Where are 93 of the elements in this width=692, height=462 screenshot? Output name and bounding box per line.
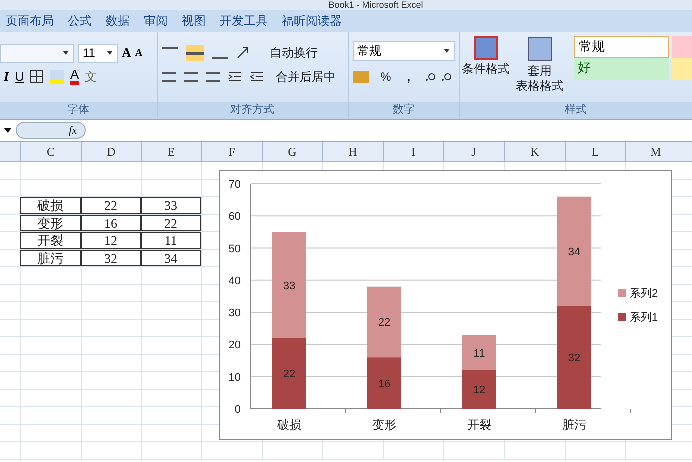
group-label: 数字 [392,102,415,118]
comma-button[interactable]: , [403,67,415,87]
align-text-icon[interactable] [184,72,198,82]
menu-tab[interactable]: 福昕阅读器 [282,12,342,30]
fill-color-icon[interactable] [50,70,64,84]
data-label: 32 [568,352,581,365]
group-label: 对齐方式 [230,102,275,118]
column-header[interactable]: M [625,142,686,161]
column-header[interactable]: J [443,142,504,161]
axis-tick-label: 30 [228,308,241,320]
column-header[interactable]: D [81,142,141,161]
table-cell: 破损 [20,197,81,214]
number-format-field[interactable]: 常规 [352,41,455,61]
style-swatch[interactable] [672,58,692,80]
category-label: 开裂 [468,418,492,432]
font-name-field[interactable] [0,44,74,62]
shrink-font-button[interactable]: A [135,46,143,60]
merge-center-button[interactable]: 合并后居中 [272,67,340,87]
axis-tick-label: 10 [228,372,241,384]
style-swatch[interactable]: 好 [574,58,669,80]
menu-tab[interactable]: 公式 [68,12,92,30]
indent-icon[interactable] [228,70,242,84]
caret-icon [63,51,69,55]
align-text-icon[interactable] [162,72,176,82]
wrap-text-button[interactable]: 自动换行 [266,43,322,63]
menu-tab[interactable]: 审阅 [144,12,168,30]
axis-tick-label: 40 [228,275,241,288]
axis-tick-label: 60 [228,211,241,224]
data-label: 12 [473,384,486,397]
table-cell: 开裂 [20,232,81,248]
column-header[interactable]: I [383,142,443,161]
table-cell: 33 [141,197,201,214]
align-text-icon[interactable] [206,72,220,82]
window-title: Book1 - Microsoft Excel [328,0,424,10]
table-cell: 34 [141,250,201,266]
group-label: 字体 [67,102,90,118]
grow-font-button[interactable]: A [122,43,132,63]
phonetic-button[interactable]: 文 [85,68,98,86]
column-header[interactable]: K [504,142,565,161]
category-label: 破损 [278,418,302,432]
table-cell: 16 [81,214,141,231]
data-label: 33 [283,280,296,292]
style-swatch[interactable] [672,36,692,58]
legend-label: 系列1 [630,312,658,324]
underline-button[interactable]: U [15,67,24,87]
group-label: 样式 [565,103,587,118]
table-cell: 32 [81,250,141,266]
column-header[interactable]: H [322,142,383,161]
column-header[interactable]: C [20,142,81,161]
data-label: 16 [378,378,391,390]
category-label: 脏污 [562,418,586,432]
category-label: 变形 [372,418,396,432]
font-color-button[interactable]: A [70,69,80,85]
data-label: 22 [283,368,296,381]
function-button[interactable]: fx [16,122,86,139]
table-cell: 12 [81,232,141,248]
axis-tick-label: 0 [234,404,241,416]
bar [462,335,496,370]
data-label: 34 [568,246,581,258]
column-header[interactable]: L [565,142,625,161]
column-header[interactable]: G [262,142,322,161]
menu-tab[interactable]: 页面布局 [6,12,54,30]
bar [368,286,402,358]
caret-icon [444,49,450,53]
table-cell: 22 [81,197,141,214]
table-cell: 脏污 [20,250,81,266]
style-swatch[interactable]: 常规 [574,36,669,58]
column-header[interactable]: E [141,142,201,161]
menu-tab[interactable]: 视图 [182,12,206,30]
menu-tab[interactable]: 数据 [106,12,130,30]
data-label: 22 [378,317,391,330]
table-format-button[interactable]: 套用 表格格式 [512,36,568,102]
menu-tab[interactable]: 开发工具 [220,12,268,30]
data-label: 11 [474,348,486,360]
axis-tick-label: 70 [228,179,241,191]
bar [462,370,496,409]
legend-label: 系列2 [630,288,658,300]
italic-button[interactable]: I [0,67,10,87]
column-header[interactable]: F [201,142,262,161]
orientation-icon[interactable] [236,46,250,60]
table-cell: 变形 [20,214,81,231]
percent-button[interactable]: % [376,67,396,87]
table-cell: 11 [141,232,201,248]
bar [368,358,402,409]
table-cell: 22 [141,214,201,231]
axis-tick-label: 20 [228,340,241,352]
font-size-field[interactable]: 11 [78,44,118,62]
indent-icon[interactable] [250,70,264,84]
axis-tick-label: 50 [228,243,241,256]
conditional-format-button[interactable]: 条件格式 [460,36,512,102]
border-icon[interactable] [30,70,44,84]
caret-icon [107,51,113,55]
align-middle-icon[interactable] [186,45,204,61]
